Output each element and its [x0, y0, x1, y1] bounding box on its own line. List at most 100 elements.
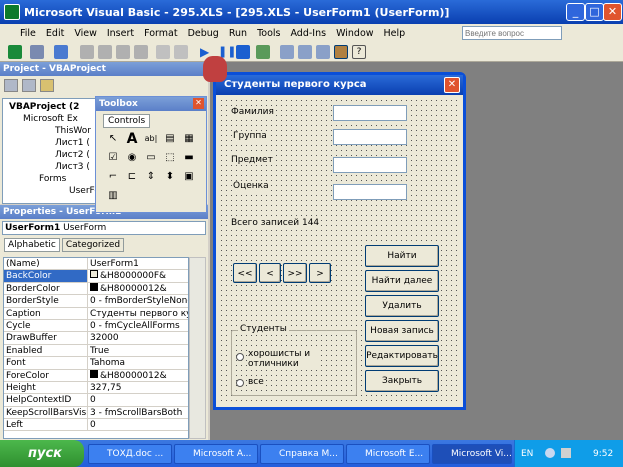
property-row[interactable]: HelpContextID 0	[4, 394, 188, 407]
menu-addins[interactable]: Add-Ins	[290, 28, 326, 39]
redo-icon[interactable]	[174, 45, 188, 59]
project-explorer-icon[interactable]	[280, 45, 294, 59]
tab-alphabetic[interactable]: Alphabetic	[4, 238, 60, 252]
view-object-icon[interactable]	[22, 79, 36, 92]
grade-textbox[interactable]	[333, 184, 407, 200]
close-button[interactable]: ✕	[603, 3, 622, 21]
properties-scrollbar[interactable]	[189, 257, 206, 439]
tab-controls[interactable]: Controls	[103, 114, 151, 128]
menu-format[interactable]: Format	[144, 28, 177, 39]
toolbox-icon[interactable]	[334, 45, 348, 59]
properties-window-icon[interactable]	[298, 45, 312, 59]
option-all-students[interactable]	[236, 379, 244, 387]
last-record-button[interactable]: >>	[283, 263, 307, 283]
ask-question-input[interactable]	[462, 26, 562, 40]
minimize-button[interactable]: _	[566, 3, 585, 21]
refedit-control-icon[interactable]: ▥	[104, 187, 122, 205]
property-row[interactable]: Enabled True	[4, 344, 188, 358]
commandbutton-control-icon[interactable]: ▬	[180, 149, 198, 167]
tab-categorized[interactable]: Categorized	[61, 238, 125, 252]
menu-tools[interactable]: Tools	[257, 28, 280, 39]
maximize-button[interactable]: □	[585, 3, 604, 21]
togglebutton-control-icon[interactable]: ▭	[142, 149, 160, 167]
view-code-icon[interactable]	[4, 79, 18, 92]
menu-view[interactable]: View	[74, 28, 97, 39]
find-next-button[interactable]: Найти далее	[365, 270, 439, 292]
property-row[interactable]: BackColor &H8000000F&	[4, 270, 188, 283]
property-row[interactable]: BorderStyle 0 - fmBorderStyleNone	[4, 295, 188, 308]
tabstrip-control-icon[interactable]: ⌐	[104, 168, 122, 186]
scrollbar-control-icon[interactable]: ⇕	[142, 168, 160, 186]
office-assistant[interactable]	[203, 56, 227, 82]
start-button[interactable]: пуск	[0, 440, 84, 467]
edit-button[interactable]: Редактировать	[365, 345, 439, 367]
property-row[interactable]: ForeColor &H80000012&	[4, 369, 188, 382]
image-control-icon[interactable]: ▣	[180, 168, 198, 186]
vb-app-icon	[4, 4, 20, 20]
menu-debug[interactable]: Debug	[188, 28, 219, 39]
volume-icon[interactable]	[561, 448, 571, 458]
subject-textbox[interactable]	[333, 157, 407, 173]
property-row[interactable]: (Name) UserForm1	[4, 258, 188, 271]
excel-view-icon[interactable]	[8, 45, 22, 59]
task-help[interactable]: Справка М...	[260, 444, 344, 464]
reset-icon[interactable]	[236, 45, 250, 59]
property-row[interactable]: DrawBuffer 32000	[4, 332, 188, 345]
new-record-button[interactable]: Новая запись	[365, 320, 439, 342]
toolbox-close-button[interactable]: ✕	[193, 98, 204, 109]
property-row[interactable]: Height 327,75	[4, 381, 188, 395]
copy-icon[interactable]	[98, 45, 112, 59]
object-selector[interactable]: UserForm1 UserForm	[2, 221, 206, 235]
property-row[interactable]: Font Tahoma	[4, 357, 188, 370]
cut-icon[interactable]	[80, 45, 94, 59]
task-word-doc[interactable]: ТОХД.doc ...	[88, 444, 172, 464]
surname-textbox[interactable]	[333, 105, 407, 121]
undo-icon[interactable]	[156, 45, 170, 59]
find-icon[interactable]	[134, 45, 148, 59]
task-microsoft-access[interactable]: Microsoft A...	[174, 444, 258, 464]
menu-file[interactable]: File	[20, 28, 36, 39]
optionbutton-control-icon[interactable]: ◉	[123, 149, 141, 167]
multipage-control-icon[interactable]: ⊏	[123, 168, 141, 186]
property-row[interactable]: BorderColor &H80000012&	[4, 282, 188, 296]
tray-icon[interactable]	[545, 448, 555, 458]
next-record-button[interactable]: >	[309, 263, 331, 283]
paste-icon[interactable]	[116, 45, 130, 59]
listbox-control-icon[interactable]: ▦	[180, 130, 198, 148]
properties-panel: Properties - UserForm1 UserForm1 UserFor…	[0, 205, 208, 440]
help-icon[interactable]: ?	[352, 45, 366, 59]
menu-insert[interactable]: Insert	[107, 28, 134, 39]
group-textbox[interactable]	[333, 129, 407, 145]
prev-record-button[interactable]: <	[259, 263, 281, 283]
close-form-button[interactable]: Закрыть	[365, 370, 439, 392]
property-row[interactable]: Cycle 0 - fmCycleAllForms	[4, 319, 188, 333]
pointer-icon[interactable]: ↖	[104, 130, 122, 148]
find-button[interactable]: Найти	[365, 245, 439, 267]
toggle-folders-icon[interactable]	[40, 79, 54, 92]
menu-help[interactable]: Help	[384, 28, 406, 39]
first-record-button[interactable]: <<	[233, 263, 257, 283]
label-control-icon[interactable]: A	[123, 130, 141, 148]
delete-button[interactable]: Удалить	[365, 295, 439, 317]
task-microsoft-vb[interactable]: Microsoft Vi...	[432, 444, 512, 464]
option-good-students[interactable]	[236, 353, 244, 361]
property-row[interactable]: KeepScrollBarsVisible3 - fmScrollBarsBot…	[4, 406, 188, 420]
object-browser-icon[interactable]	[316, 45, 330, 59]
design-mode-icon[interactable]	[256, 45, 270, 59]
menu-edit[interactable]: Edit	[46, 28, 64, 39]
property-row[interactable]: Left 0	[4, 419, 188, 432]
language-indicator[interactable]: EN	[521, 449, 533, 459]
property-row[interactable]: CaptionСтуденты первого курса	[4, 307, 188, 320]
frame-control-icon[interactable]: ⬚	[161, 149, 179, 167]
insert-userform-icon[interactable]	[30, 45, 44, 59]
save-icon[interactable]	[54, 45, 68, 59]
menu-window[interactable]: Window	[336, 28, 373, 39]
spinbutton-control-icon[interactable]: ⬍	[161, 168, 179, 186]
checkbox-control-icon[interactable]: ☑	[104, 149, 122, 167]
task-microsoft-excel[interactable]: Microsoft E...	[346, 444, 430, 464]
combobox-control-icon[interactable]: ▤	[161, 130, 179, 148]
students-group-box: Студенты хорошисты и отличники все	[231, 324, 357, 396]
textbox-control-icon[interactable]: ab|	[142, 130, 160, 148]
menu-run[interactable]: Run	[229, 28, 247, 39]
form-close-button[interactable]: ✕	[444, 77, 460, 93]
